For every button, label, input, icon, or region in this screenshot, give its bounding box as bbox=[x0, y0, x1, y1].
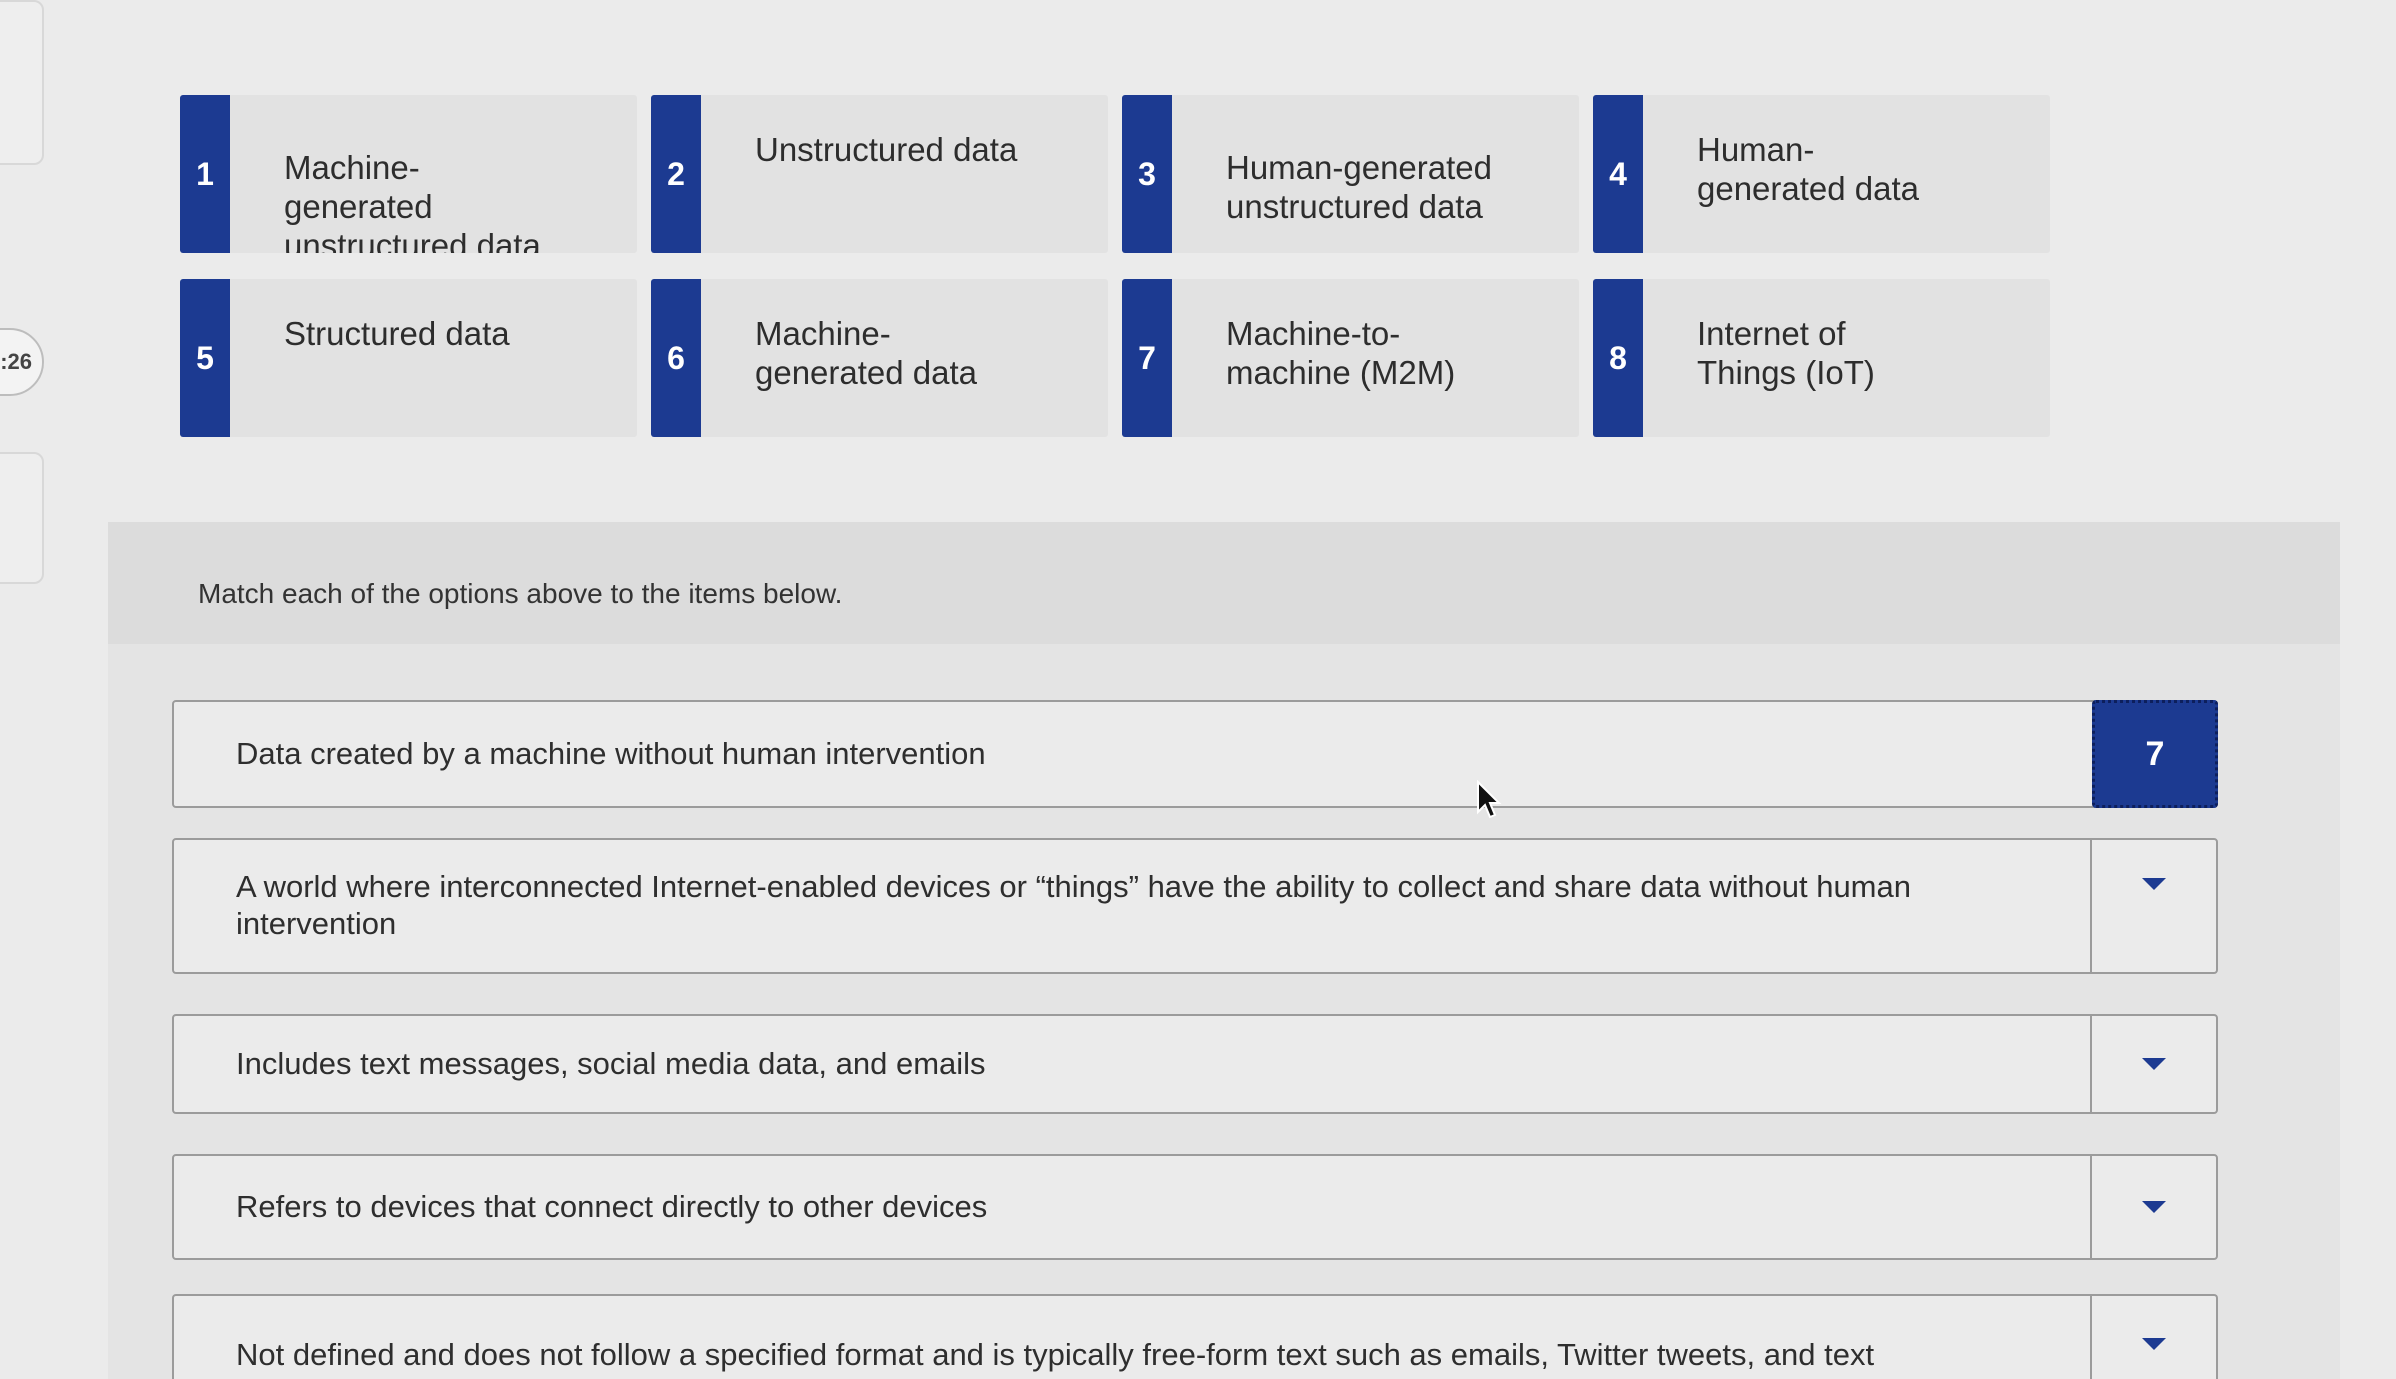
side-tab bbox=[0, 0, 44, 165]
match-select[interactable] bbox=[2090, 840, 2216, 972]
match-item: Refers to devices that connect directly … bbox=[172, 1154, 2218, 1260]
match-item: Data created by a machine without human … bbox=[172, 700, 2218, 808]
match-item-text: Not defined and does not follow a specif… bbox=[236, 1337, 1875, 1372]
option-card[interactable]: 7 Machine-to-machine (M2M) bbox=[1122, 279, 1579, 437]
chevron-down-icon bbox=[2142, 1201, 2166, 1213]
quiz-page: :26 1 Machine-generated unstructured dat… bbox=[0, 0, 2396, 1379]
match-select[interactable] bbox=[2090, 1156, 2216, 1258]
timer-badge: :26 bbox=[0, 328, 44, 396]
mouse-pointer-icon bbox=[1477, 780, 1502, 819]
option-card[interactable]: 8 Internet of Things (IoT) bbox=[1593, 279, 2050, 437]
timer-text: :26 bbox=[0, 349, 32, 374]
option-label: Machine-generated unstructured data bbox=[284, 149, 541, 253]
match-item: A world where interconnected Internet-en… bbox=[172, 838, 2218, 974]
option-card[interactable]: 3 Human-generated unstructured data bbox=[1122, 95, 1579, 253]
match-select[interactable] bbox=[2090, 1296, 2216, 1379]
option-number: 6 bbox=[651, 279, 701, 437]
option-number: 1 bbox=[180, 95, 230, 253]
option-label: Human-generated unstructured data bbox=[1226, 149, 1492, 225]
match-panel: Match each of the options above to the i… bbox=[108, 522, 2340, 1379]
selected-value: 7 bbox=[2145, 734, 2165, 773]
option-card[interactable]: 5 Structured data bbox=[180, 279, 637, 437]
option-card[interactable]: 4 Human-generated data bbox=[1593, 95, 2050, 253]
match-item-text: Refers to devices that connect directly … bbox=[236, 1189, 988, 1225]
option-card[interactable]: 6 Machine-generated data bbox=[651, 279, 1108, 437]
option-label: Machine-to-machine (M2M) bbox=[1226, 315, 1456, 391]
options-grid: 1 Machine-generated unstructured data 2 … bbox=[180, 95, 2050, 437]
match-item-text: A world where interconnected Internet-en… bbox=[236, 869, 1911, 942]
option-number: 2 bbox=[651, 95, 701, 253]
option-number: 5 bbox=[180, 279, 230, 437]
match-item-text: Includes text messages, social media dat… bbox=[236, 1046, 986, 1082]
option-number: 3 bbox=[1122, 95, 1172, 253]
match-item-text: Data created by a machine without human … bbox=[236, 736, 986, 772]
match-select[interactable] bbox=[2090, 1016, 2216, 1112]
option-number: 4 bbox=[1593, 95, 1643, 253]
option-card[interactable]: 1 Machine-generated unstructured data bbox=[180, 95, 637, 253]
side-tab bbox=[0, 452, 44, 584]
option-label: Internet of Things (IoT) bbox=[1697, 315, 1875, 391]
chevron-down-icon bbox=[2142, 1338, 2166, 1350]
option-label: Human-generated data bbox=[1697, 131, 1920, 207]
option-number: 7 bbox=[1122, 279, 1172, 437]
option-label: Machine-generated data bbox=[755, 315, 978, 391]
match-select[interactable]: 7 bbox=[2092, 700, 2218, 808]
option-card[interactable]: 2 Unstructured data bbox=[651, 95, 1108, 253]
option-label: Structured data bbox=[284, 315, 510, 352]
instructions: Match each of the options above to the i… bbox=[108, 522, 2340, 644]
chevron-down-icon bbox=[2142, 1058, 2166, 1070]
match-item: Includes text messages, social media dat… bbox=[172, 1014, 2218, 1114]
option-number: 8 bbox=[1593, 279, 1643, 437]
chevron-down-icon bbox=[2142, 878, 2166, 890]
match-item: Not defined and does not follow a specif… bbox=[172, 1294, 2218, 1379]
option-label: Unstructured data bbox=[755, 131, 1018, 168]
